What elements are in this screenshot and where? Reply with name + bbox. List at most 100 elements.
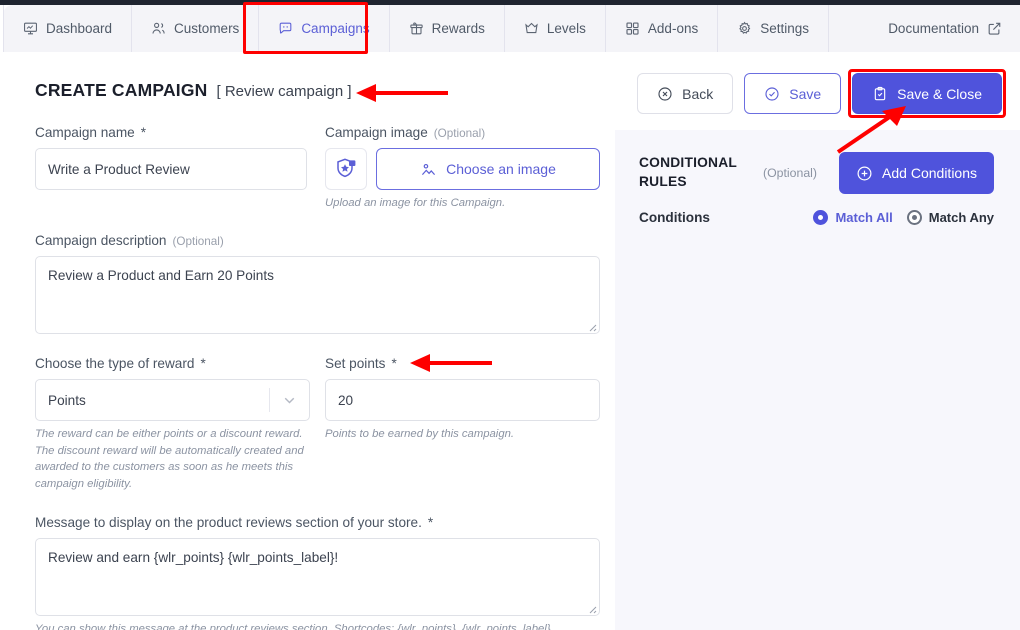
conditional-rules-optional-mark: (Optional) — [763, 166, 817, 180]
radio-unselected-icon — [906, 210, 922, 225]
campaign-name-value: Write a Product Review — [48, 161, 190, 177]
reward-type-label: Choose the type of reward — [35, 356, 195, 372]
choose-image-button[interactable]: Choose an image — [376, 148, 600, 190]
match-any-radio[interactable]: Match Any — [906, 210, 994, 225]
set-points-label: Set points — [325, 356, 386, 372]
save-and-close-button[interactable]: Save & Close — [852, 73, 1002, 114]
page-title: CREATE CAMPAIGN [ Review campaign ] — [35, 80, 352, 101]
check-circle-icon — [765, 86, 779, 101]
back-button[interactable]: Back — [637, 73, 734, 114]
header-actions: Back Save Save & Close — [637, 69, 1006, 118]
set-points-field-group: Set points * 20 Points to be earned by t… — [325, 356, 600, 492]
match-any-label: Match Any — [928, 210, 994, 225]
conditional-rules-header: CONDITIONAL RULES (Optional) Add Conditi… — [615, 130, 1020, 194]
reward-type-value: Points — [48, 392, 86, 408]
choose-image-label: Choose an image — [446, 161, 556, 177]
conditional-rules-title-line2: RULES — [639, 174, 687, 189]
nav-item-addons[interactable]: Add-ons — [606, 5, 719, 52]
campaign-name-label-row: Campaign name * — [35, 125, 325, 140]
set-points-input[interactable]: 20 — [325, 379, 600, 422]
reward-type-field-group: Choose the type of reward * Points The r… — [35, 356, 310, 492]
campaigns-icon — [278, 21, 293, 36]
nav-item-campaigns[interactable]: Campaigns — [259, 5, 390, 52]
chevron-down-icon — [284, 398, 295, 404]
conditional-rules-title: CONDITIONAL RULES — [639, 154, 747, 191]
campaign-description-textarea[interactable]: Review a Product and Earn 20 Points — [35, 256, 600, 335]
app-root: Dashboard Customers Campaigns Rewards Le… — [0, 0, 1020, 630]
message-hint: You can show this message at the product… — [35, 622, 554, 630]
set-points-label-row: Set points * — [325, 356, 600, 371]
main-navigation: Dashboard Customers Campaigns Rewards Le… — [3, 5, 1020, 52]
campaign-image-hint: Upload an image for this Campaign. — [325, 197, 506, 209]
reward-type-label-row: Choose the type of reward * — [35, 356, 310, 371]
campaign-image-field-group: Campaign image (Optional) Choose an imag… — [325, 125, 600, 211]
radio-selected-icon — [813, 210, 829, 225]
nav-item-documentation[interactable]: Documentation — [888, 5, 1020, 52]
image-upload-icon — [422, 163, 436, 175]
campaign-description-optional-mark: (Optional) — [172, 235, 224, 249]
customers-icon — [151, 21, 166, 36]
nav-item-settings[interactable]: Settings — [718, 5, 829, 52]
campaign-image-thumbnail[interactable] — [325, 148, 367, 190]
campaign-name-required-mark: * — [140, 125, 147, 140]
nav-label-documentation: Documentation — [888, 21, 979, 36]
save-button[interactable]: Save — [744, 73, 842, 114]
form-row-reward-points: Choose the type of reward * Points The r… — [35, 356, 600, 492]
set-points-hint: Points to be earned by this campaign. — [325, 428, 515, 441]
form-row-name-image: Campaign name * Write a Product Review C… — [35, 125, 600, 211]
match-mode-radio-group: Match All Match Any — [813, 210, 994, 225]
nav-item-dashboard[interactable]: Dashboard — [3, 5, 133, 52]
conditions-label: Conditions — [639, 210, 710, 225]
nav-label-customers: Customers — [174, 21, 240, 36]
save-and-close-label: Save & Close — [897, 85, 982, 102]
addons-icon — [625, 21, 640, 36]
message-textarea[interactable]: Review and earn {wlr_points} {wlr_points… — [35, 537, 600, 616]
select-divider — [269, 388, 270, 413]
nav-label-addons: Add-ons — [647, 21, 699, 36]
reward-type-hint: The reward can be either points or a dis… — [35, 428, 304, 490]
message-label-row: Message to display on the product review… — [35, 515, 600, 530]
close-circle-icon — [658, 86, 672, 101]
nav-item-levels[interactable]: Levels — [505, 5, 606, 52]
campaign-name-input[interactable]: Write a Product Review — [35, 148, 307, 190]
campaign-description-label-row: Campaign description (Optional) — [35, 233, 600, 248]
back-button-label: Back — [682, 85, 714, 102]
plus-circle-icon — [857, 166, 872, 180]
campaign-description-label: Campaign description — [35, 233, 167, 249]
reward-type-required-mark: * — [200, 356, 206, 372]
campaign-image-optional-mark: (Optional) — [433, 127, 486, 140]
nav-label-settings: Settings — [760, 21, 809, 36]
nav-label-dashboard: Dashboard — [46, 21, 113, 36]
campaign-image-label-row: Campaign image (Optional) — [325, 125, 600, 140]
external-link-icon — [987, 21, 1002, 36]
add-conditions-label: Add Conditions — [882, 165, 977, 181]
message-field-group: Message to display on the product review… — [35, 515, 600, 630]
nav-item-rewards[interactable]: Rewards — [390, 5, 505, 52]
reward-type-select[interactable]: Points — [35, 379, 310, 422]
nav-label-campaigns: Campaigns — [301, 21, 370, 36]
settings-icon — [737, 21, 752, 36]
campaign-name-field-group: Campaign name * Write a Product Review — [35, 125, 325, 211]
message-label: Message to display on the product review… — [35, 514, 422, 530]
page-subtitle-text: [ Review campaign ] — [216, 83, 352, 100]
page-title-text: CREATE CAMPAIGN — [35, 80, 208, 100]
nav-item-customers[interactable]: Customers — [132, 5, 260, 52]
add-conditions-button[interactable]: Add Conditions — [839, 152, 994, 194]
rewards-icon — [409, 21, 424, 36]
conditions-match-row: Conditions Match All Match Any — [615, 194, 1020, 225]
save-button-label: Save — [789, 85, 822, 102]
levels-icon — [524, 21, 539, 36]
clipboard-check-icon — [874, 86, 886, 100]
match-all-label: Match All — [835, 210, 893, 225]
badge-star-icon — [337, 158, 356, 178]
match-all-radio[interactable]: Match All — [813, 210, 893, 225]
message-required-mark: * — [427, 514, 434, 530]
arrow-annotation-title — [356, 84, 448, 102]
campaign-image-label: Campaign image — [325, 125, 428, 140]
conditional-rules-title-line1: CONDITIONAL — [639, 155, 738, 171]
conditional-rules-panel: CONDITIONAL RULES (Optional) Add Conditi… — [615, 130, 1020, 630]
save-close-button-wrapper: Save & Close — [848, 69, 1006, 118]
dashboard-icon — [23, 21, 38, 36]
set-points-value: 20 — [338, 392, 354, 408]
resize-grip-icon — [589, 606, 597, 614]
